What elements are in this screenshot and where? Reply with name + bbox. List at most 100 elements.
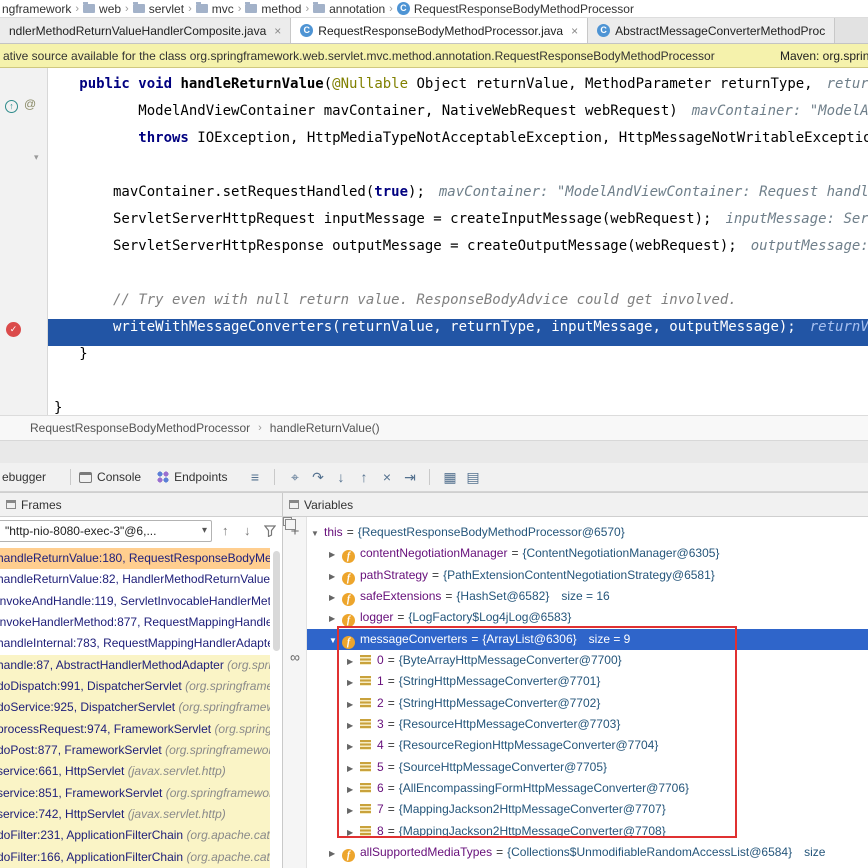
- step-over-icon[interactable]: ↷: [306, 469, 329, 486]
- variable-row[interactable]: ▶8={MappingJackson2HttpMessageConverter@…: [307, 821, 868, 842]
- stack-frame-row[interactable]: doFilter:231, ApplicationFilterChain (or…: [0, 825, 270, 846]
- variable-row[interactable]: ▶5={SourceHttpMessageConverter@7705}: [307, 757, 868, 778]
- editor-tab[interactable]: ndlerMethodReturnValueHandlerComposite.j…: [0, 18, 291, 43]
- threads-grid-icon[interactable]: ▦: [438, 469, 461, 486]
- variable-row[interactable]: ▶3={ResourceHttpMessageConverter@7703}: [307, 714, 868, 735]
- variable-row[interactable]: ▶fadvice={RequestResponseBodyAdviceChain…: [307, 863, 868, 868]
- drop-frame-icon[interactable]: ×: [375, 469, 398, 485]
- expand-chevron-icon[interactable]: ▶: [347, 694, 360, 714]
- variable-row[interactable]: ▶flogger={LogFactory$Log4jLog@6583}: [307, 607, 868, 628]
- editor-tab[interactable]: CAbstractMessageConverterMethodProc: [588, 18, 835, 43]
- expand-chevron-icon[interactable]: ▶: [347, 779, 360, 799]
- collapse-chevron-icon[interactable]: ▼: [311, 523, 324, 543]
- stack-frame-row[interactable]: doPost:877, FrameworkServlet (org.spring…: [0, 740, 270, 761]
- expand-chevron-icon[interactable]: ▶: [329, 843, 342, 863]
- expand-chevron-icon[interactable]: ▶: [329, 566, 342, 586]
- stack-frame-row[interactable]: invokeAndHandle:119, ServletInvocableHan…: [0, 591, 270, 612]
- expand-chevron-icon[interactable]: ▶: [347, 672, 360, 692]
- fold-arrow-icon[interactable]: ▾: [34, 152, 39, 163]
- copy-value-icon[interactable]: [283, 517, 292, 526]
- stack-frame-row[interactable]: doDispatch:991, DispatcherServlet (org.s…: [0, 676, 270, 697]
- stack-frame-row[interactable]: invokeHandlerMethod:877, RequestMappingH…: [0, 612, 270, 633]
- previous-frame-icon[interactable]: ↑: [222, 523, 229, 538]
- expand-chevron-icon[interactable]: ▶: [347, 800, 360, 820]
- expand-chevron-icon[interactable]: ▶: [347, 715, 360, 735]
- show-execution-point-icon[interactable]: ⌖: [283, 469, 306, 486]
- frames-panel-header[interactable]: Frames: [0, 493, 283, 516]
- expand-chevron-icon[interactable]: ▶: [347, 736, 360, 756]
- stack-frame-row[interactable]: doService:925, DispatcherServlet (org.sp…: [0, 697, 270, 718]
- code-editor[interactable]: ↑ @ ▾ ✓ @Overridepublic void handleRetur…: [0, 68, 868, 415]
- variables-panel-header[interactable]: Variables: [283, 493, 868, 516]
- breadcrumb-label: method: [261, 2, 301, 16]
- breadcrumb-item[interactable]: handleReturnValue(): [270, 421, 380, 435]
- frames-scrollbar[interactable]: [273, 551, 280, 651]
- variable-row[interactable]: ▶fpathStrategy={PathExtensionContentNego…: [307, 565, 868, 586]
- expand-chevron-icon[interactable]: ▶: [329, 608, 342, 628]
- run-to-cursor-icon[interactable]: ⇥: [398, 469, 421, 486]
- breadcrumb-item[interactable]: annotation: [313, 2, 385, 16]
- variable-row[interactable]: ▶fcontentNegotiationManager={ContentNego…: [307, 543, 868, 564]
- step-out-icon[interactable]: ↑: [352, 469, 375, 485]
- stack-frame-row[interactable]: handleInternal:783, RequestMappingHandle…: [0, 633, 270, 654]
- thread-selector-dropdown[interactable]: "http-nio-8080-exec-3"@6,... ▾: [0, 520, 212, 542]
- breadcrumb-label: annotation: [329, 2, 385, 16]
- breadcrumb-item[interactable]: ngframework: [2, 2, 71, 16]
- tab-label: ndlerMethodReturnValueHandlerComposite.j…: [9, 24, 266, 38]
- expand-chevron-icon[interactable]: ▶: [329, 864, 342, 868]
- stack-frame-row[interactable]: doFilter:166, ApplicationFilterChain (or…: [0, 847, 270, 868]
- collapse-chevron-icon[interactable]: ▼: [329, 630, 342, 650]
- restore-layout-icon[interactable]: ≡: [243, 469, 266, 485]
- expand-chevron-icon[interactable]: ▶: [329, 544, 342, 564]
- thread-name: "http-nio-8080-exec-3"@6,...: [5, 524, 156, 538]
- next-frame-icon[interactable]: ↓: [244, 523, 251, 538]
- stack-frames-list[interactable]: handleReturnValue:180, RequestResponseBo…: [0, 548, 270, 868]
- expand-chevron-icon[interactable]: ▶: [347, 822, 360, 842]
- code-line: [48, 373, 868, 400]
- close-tab-icon[interactable]: ×: [274, 24, 281, 38]
- variable-row[interactable]: ▶4={ResourceRegionHttpMessageConverter@7…: [307, 735, 868, 756]
- variable-row[interactable]: ▶6={AllEncompassingFormHttpMessageConver…: [307, 778, 868, 799]
- breadcrumb-item[interactable]: RequestResponseBodyMethodProcessor: [30, 421, 250, 435]
- banner-source-link[interactable]: Maven: org.springframework: [772, 49, 868, 63]
- variable-row[interactable]: ▼fmessageConverters={ArrayList@6306}size…: [307, 629, 868, 650]
- stack-frame-row[interactable]: service:851, FrameworkServlet (org.sprin…: [0, 783, 270, 804]
- stack-frame-row[interactable]: processRequest:974, FrameworkServlet (or…: [0, 719, 270, 740]
- debug-tab-endpoints[interactable]: Endpoints: [157, 470, 227, 484]
- stack-frame-row[interactable]: handleReturnValue:180, RequestResponseBo…: [0, 548, 270, 569]
- stack-frame-row[interactable]: handleReturnValue:82, HandlerMethodRetur…: [0, 569, 270, 590]
- layout-settings-icon[interactable]: ▤: [461, 469, 484, 486]
- override-marker-icon[interactable]: ↑: [5, 100, 18, 113]
- expand-chevron-icon[interactable]: ▶: [347, 758, 360, 778]
- breadcrumb-item[interactable]: servlet: [133, 2, 184, 16]
- stack-frame-row[interactable]: service:742, HttpServlet (javax.servlet.…: [0, 804, 270, 825]
- stack-frame-row[interactable]: handle:87, AbstractHandlerMethodAdapter …: [0, 655, 270, 676]
- variable-row[interactable]: ▶0={ByteArrayHttpMessageConverter@7700}: [307, 650, 868, 671]
- close-tab-icon[interactable]: ×: [571, 24, 578, 38]
- variable-row[interactable]: ▶fallSupportedMediaTypes={Collections$Un…: [307, 842, 868, 863]
- code-area[interactable]: @Overridepublic void handleReturnValue(@…: [48, 68, 868, 415]
- code-line: [48, 265, 868, 292]
- variable-row[interactable]: ▶7={MappingJackson2HttpMessageConverter@…: [307, 799, 868, 820]
- step-into-icon[interactable]: ↓: [329, 469, 352, 485]
- filter-frames-icon[interactable]: [264, 525, 276, 540]
- expand-chevron-icon[interactable]: ▶: [329, 587, 342, 607]
- editor-tab[interactable]: CRequestResponseBodyMethodProcessor.java…: [291, 18, 588, 43]
- debug-tab-console[interactable]: Console: [79, 470, 141, 484]
- variable-row[interactable]: ▶2={StringHttpMessageConverter@7702}: [307, 693, 868, 714]
- equals-sign: =: [388, 802, 395, 816]
- variable-row[interactable]: ▶1={StringHttpMessageConverter@7701}: [307, 671, 868, 692]
- breakpoint-icon[interactable]: ✓: [6, 322, 21, 337]
- variables-tree[interactable]: ▼this={RequestResponseBodyMethodProcesso…: [307, 517, 868, 868]
- debug-tab-ebugger[interactable]: ebugger: [2, 470, 46, 484]
- breadcrumb-item[interactable]: web: [83, 2, 121, 16]
- variable-row[interactable]: ▶fsafeExtensions={HashSet@6582}size = 16: [307, 586, 868, 607]
- variable-name: pathStrategy: [360, 568, 428, 582]
- breadcrumb-item[interactable]: method: [245, 2, 301, 16]
- expand-chevron-icon[interactable]: ▶: [347, 651, 360, 671]
- stack-frame-row[interactable]: service:661, HttpServlet (javax.servlet.…: [0, 761, 270, 782]
- breadcrumb-item[interactable]: mvc: [196, 2, 234, 16]
- breadcrumb-item[interactable]: CRequestResponseBodyMethodProcessor: [397, 2, 634, 16]
- variable-row[interactable]: ▼this={RequestResponseBodyMethodProcesso…: [307, 522, 868, 543]
- infinity-icon[interactable]: ∞: [283, 649, 307, 665]
